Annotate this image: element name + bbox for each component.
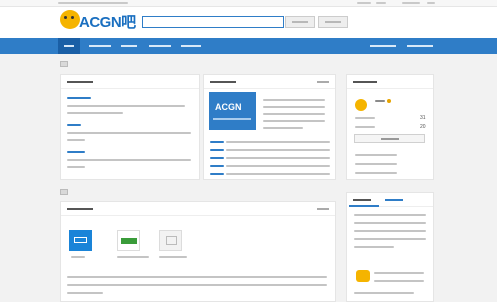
left-item-1-title[interactable] <box>67 97 91 99</box>
recommend-card-title <box>67 208 93 210</box>
featured-cover-image[interactable]: ACGN <box>209 92 256 130</box>
cover-subtitle-stroke <box>213 118 251 120</box>
main-nav <box>0 38 497 54</box>
nav-item-4[interactable] <box>146 38 174 54</box>
middle-link-1[interactable] <box>210 141 224 143</box>
top-utility-bar <box>0 0 497 7</box>
left-item-2-title[interactable] <box>67 124 81 126</box>
left-item-3-title[interactable] <box>67 151 85 153</box>
middle-card-more-link[interactable] <box>317 81 329 83</box>
top-link-b[interactable] <box>376 2 386 4</box>
recommend-card-header <box>61 202 335 216</box>
site-logo[interactable]: ACGN吧 <box>60 9 136 31</box>
medal-icon <box>387 99 391 103</box>
recommend-links-row-3[interactable] <box>67 292 103 294</box>
image-placeholder-icon[interactable] <box>159 230 182 251</box>
nav-item-home[interactable] <box>58 38 80 54</box>
profile-card-header <box>347 75 433 89</box>
cat-mascot-icon <box>60 10 80 29</box>
middle-card-header <box>204 75 335 89</box>
nav-item-right-2[interactable] <box>404 38 436 54</box>
profile-stat-1: 31 <box>420 115 426 121</box>
recommend-card <box>60 201 336 302</box>
cover-title: ACGN <box>215 102 242 112</box>
profile-username[interactable] <box>375 100 385 102</box>
middle-link-3[interactable] <box>210 157 224 159</box>
left-item-1-body <box>67 105 185 107</box>
avatar[interactable] <box>355 99 367 111</box>
tab-1[interactable] <box>349 193 379 207</box>
top-link-d[interactable] <box>427 2 435 4</box>
enter-bar-button[interactable] <box>285 16 315 28</box>
middle-link-4[interactable] <box>210 165 224 167</box>
profile-card: 31 20 <box>346 74 434 180</box>
left-item-3-body <box>67 159 191 161</box>
recommend-links-row-1[interactable] <box>67 276 327 278</box>
left-card-header <box>61 75 199 89</box>
logo-text: ACGN吧 <box>79 14 136 31</box>
nav-item-3[interactable] <box>118 38 140 54</box>
nav-item-right-1[interactable] <box>367 38 399 54</box>
left-item-2-body <box>67 132 191 134</box>
site-header: ACGN吧 <box>0 7 497 38</box>
blue-app-tile-icon[interactable] <box>69 230 92 251</box>
nav-item-2[interactable] <box>86 38 114 54</box>
section-flag-icon <box>60 61 68 67</box>
middle-link-2[interactable] <box>210 149 224 151</box>
top-link-c[interactable] <box>402 2 420 4</box>
middle-link-5[interactable] <box>210 173 224 175</box>
search-input[interactable] <box>142 16 284 28</box>
recommend-more-link[interactable] <box>317 208 329 210</box>
profile-card-title <box>353 81 377 83</box>
nav-item-5[interactable] <box>178 38 204 54</box>
top-link-a[interactable] <box>357 2 371 4</box>
search-button[interactable] <box>318 16 348 28</box>
top-links[interactable] <box>58 2 128 4</box>
profile-stat-2: 20 <box>420 124 426 130</box>
section-flag-icon <box>60 189 68 195</box>
middle-card-title <box>210 81 236 83</box>
left-card-title <box>67 81 93 83</box>
recommend-links-row-2[interactable] <box>67 284 327 286</box>
follow-button[interactable] <box>354 134 425 143</box>
sidebar-tabs <box>349 193 433 207</box>
left-card <box>60 74 200 180</box>
cat-sticker-icon <box>356 270 370 282</box>
tab-2[interactable] <box>381 193 411 207</box>
green-app-tile-icon[interactable] <box>117 230 140 251</box>
